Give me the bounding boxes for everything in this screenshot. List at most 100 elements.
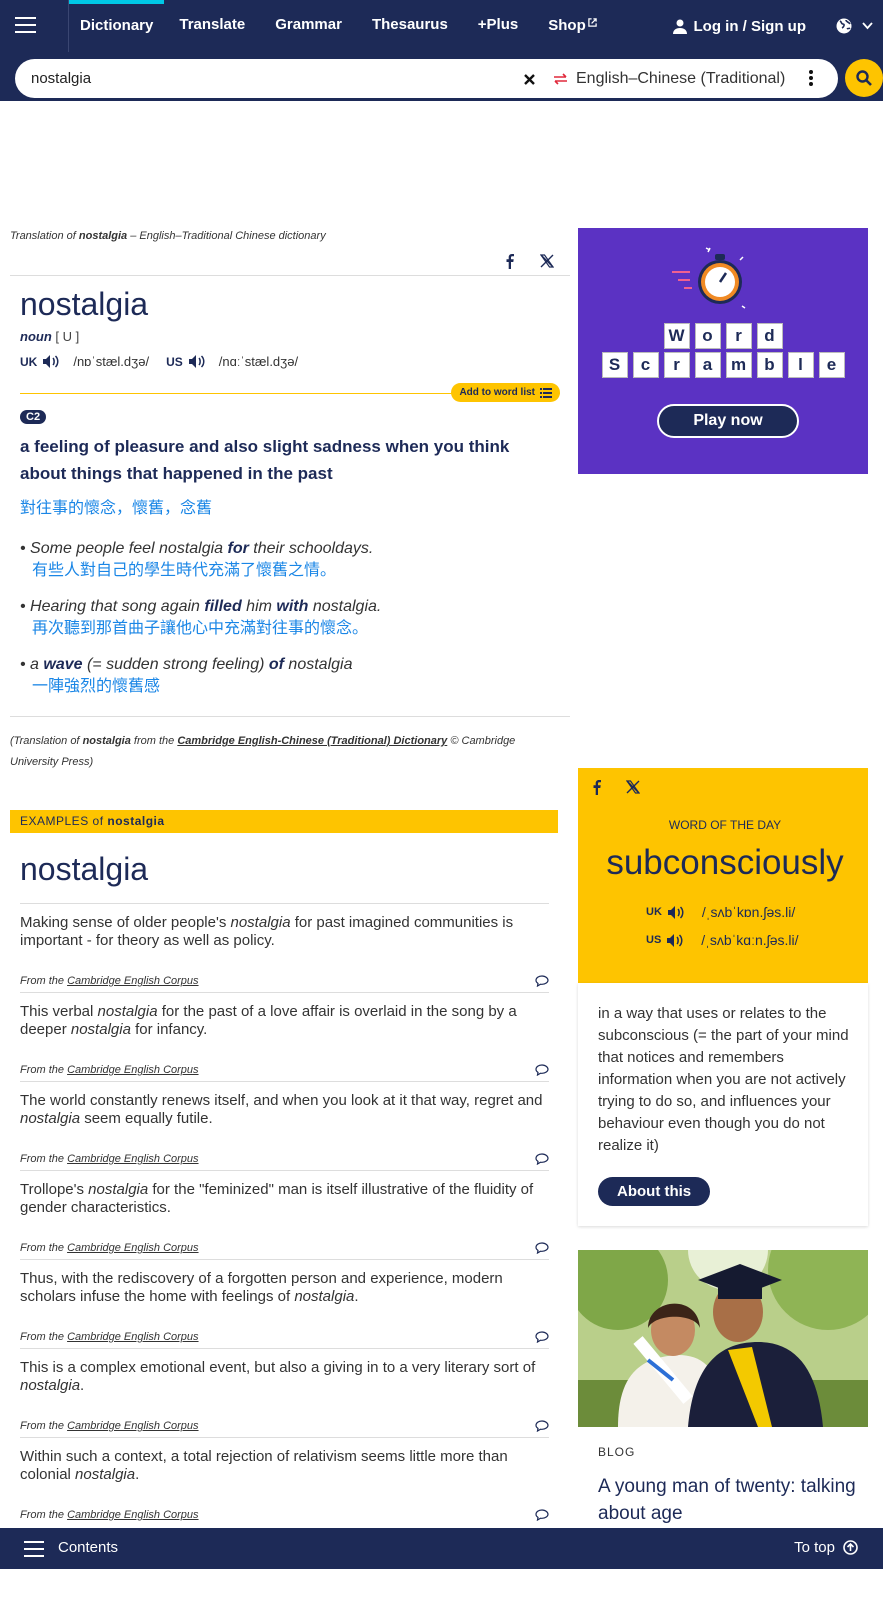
corpus-examples: Making sense of older people's nostalgia… bbox=[20, 903, 549, 1526]
scramble-tile: e bbox=[818, 352, 845, 378]
scramble-tile: c bbox=[632, 352, 659, 378]
word-of-the-day: WORD OF THE DAY subconsciously UK /ˌsʌbˈ… bbox=[578, 768, 868, 983]
us-audio-icon[interactable] bbox=[666, 933, 684, 948]
stopwatch-icon bbox=[672, 247, 746, 309]
search-button[interactable] bbox=[845, 59, 883, 97]
corpus-source-link[interactable]: Cambridge English Corpus bbox=[67, 975, 198, 987]
language-switcher[interactable] bbox=[836, 18, 873, 34]
wotd-word[interactable]: subconsciously bbox=[578, 843, 872, 883]
dictionary-select[interactable]: English–Chinese (Traditional) bbox=[553, 59, 785, 98]
wotd-us-pron: US /ˌsʌbˈkɑːn.ʃəs.li/ bbox=[646, 932, 799, 948]
scramble-tile: r bbox=[663, 352, 690, 378]
uk-ipa: /nɒˈstæl.dʒə/ bbox=[73, 354, 150, 369]
blog-label: BLOG bbox=[598, 1445, 636, 1459]
scramble-row-2: Scramble bbox=[578, 352, 868, 378]
contents-button[interactable]: Contents bbox=[58, 1539, 118, 1556]
corpus-example: This is a complex emotional event, but a… bbox=[20, 1348, 549, 1437]
corpus-example-text: Within such a context, a total rejection… bbox=[20, 1448, 508, 1483]
corpus-source-link[interactable]: Cambridge English Corpus bbox=[67, 1420, 198, 1432]
login-button[interactable]: Log in / Sign up bbox=[672, 18, 806, 35]
blog-title[interactable]: A young man of twenty: talking about age bbox=[598, 1473, 863, 1527]
us-audio-icon[interactable] bbox=[188, 354, 206, 369]
x-twitter-icon[interactable] bbox=[540, 254, 554, 268]
facebook-icon[interactable] bbox=[593, 780, 601, 795]
corpus-source: From the Cambridge English Corpus bbox=[20, 1153, 199, 1165]
search-input[interactable] bbox=[31, 67, 481, 89]
scramble-tile: r bbox=[725, 323, 752, 349]
wotd-us-label: US bbox=[646, 934, 662, 946]
nav-right: Log in / Sign up bbox=[672, 0, 883, 52]
corpus-example: Thus, with the rediscovery of a forgotte… bbox=[20, 1259, 549, 1348]
main-content: Translation of nostalgia – English–Tradi… bbox=[10, 230, 570, 1526]
comment-icon[interactable] bbox=[535, 1242, 549, 1254]
comment-icon[interactable] bbox=[535, 1331, 549, 1343]
comment-icon[interactable] bbox=[535, 1064, 549, 1076]
comment-icon[interactable] bbox=[535, 1509, 549, 1521]
user-icon bbox=[672, 19, 687, 34]
nav-plus[interactable]: +Plus bbox=[463, 0, 533, 52]
translation-of: Translation of nostalgia – English–Tradi… bbox=[10, 230, 326, 242]
play-now-button[interactable]: Play now bbox=[657, 404, 799, 438]
corpus-example-text: Thus, with the rediscovery of a forgotte… bbox=[20, 1270, 503, 1305]
corpus-source-link[interactable]: Cambridge English Corpus bbox=[67, 1064, 198, 1076]
facebook-icon[interactable] bbox=[506, 254, 514, 269]
wotd-uk-pron: UK /ˌsʌbˈkɒn.ʃəs.li/ bbox=[646, 904, 795, 920]
clear-icon[interactable] bbox=[523, 73, 536, 86]
word-scramble-ad[interactable]: Word Scramble Play now bbox=[578, 228, 868, 474]
top-nav: Dictionary Translate Grammar Thesaurus +… bbox=[0, 0, 883, 52]
dictionary-select-label: English–Chinese (Traditional) bbox=[576, 69, 786, 87]
uk-audio-icon[interactable] bbox=[42, 354, 60, 369]
examples-bar: EXAMPLES of nostalgia bbox=[10, 810, 558, 833]
nav-grammar[interactable]: Grammar bbox=[260, 0, 357, 52]
corpus-example: The world constantly renews itself, and … bbox=[20, 1081, 549, 1170]
corpus-source-link[interactable]: Cambridge English Corpus bbox=[67, 1509, 198, 1521]
example-item: • Some people feel nostalgia for their s… bbox=[20, 538, 570, 582]
corpus-source-link[interactable]: Cambridge English Corpus bbox=[67, 1153, 198, 1165]
wotd-definition: in a way that uses or relates to the sub… bbox=[598, 1005, 849, 1154]
example-translation: 有些人對自己的學生時代充滿了懷舊之情。 bbox=[32, 562, 337, 579]
uk-label: UK bbox=[20, 354, 38, 369]
graduation-photo bbox=[578, 1250, 868, 1427]
blog-image[interactable] bbox=[578, 1250, 868, 1427]
add-to-word-list-button[interactable]: Add to word list bbox=[451, 383, 560, 402]
more-options-icon[interactable] bbox=[809, 70, 813, 86]
corpus-example: This verbal nostalgia for the past of a … bbox=[20, 992, 549, 1081]
level-badge: C2 bbox=[20, 410, 47, 424]
comment-icon[interactable] bbox=[535, 1153, 549, 1165]
external-link-icon bbox=[588, 17, 597, 27]
corpus-example-text: This verbal nostalgia for the past of a … bbox=[20, 1003, 517, 1038]
corpus-source-link[interactable]: Cambridge English Corpus bbox=[67, 1242, 198, 1254]
corpus-example-text: Trollope's nostalgia for the "feminized"… bbox=[20, 1181, 534, 1216]
scramble-tile: l bbox=[787, 352, 814, 378]
nav-translate[interactable]: Translate bbox=[164, 0, 260, 52]
to-top-button[interactable]: To top bbox=[794, 1539, 858, 1556]
nav-shop[interactable]: Shop bbox=[533, 0, 612, 52]
word-list-row: Add to word list bbox=[10, 383, 570, 405]
nav-dictionary[interactable]: Dictionary bbox=[69, 0, 165, 52]
globe-icon bbox=[836, 18, 852, 34]
corpus-example: Trollope's nostalgia for the "feminized"… bbox=[20, 1170, 549, 1259]
example-english: • a wave (= sudden strong feeling) of no… bbox=[20, 656, 353, 673]
corpus-source-link[interactable]: Cambridge English Corpus bbox=[67, 1331, 198, 1343]
corpus-source: From the Cambridge English Corpus bbox=[20, 1064, 199, 1076]
wotd-uk-ipa: /ˌsʌbˈkɒn.ʃəs.li/ bbox=[701, 904, 796, 920]
contents-menu-icon[interactable] bbox=[24, 1541, 44, 1562]
x-twitter-icon[interactable] bbox=[626, 780, 640, 794]
nav-thesaurus[interactable]: Thesaurus bbox=[357, 0, 463, 52]
scramble-tile: S bbox=[601, 352, 628, 378]
menu-button[interactable] bbox=[0, 0, 69, 52]
corpus-example: Making sense of older people's nostalgia… bbox=[20, 903, 549, 992]
scramble-tile: W bbox=[663, 323, 690, 349]
add-to-word-list-label: Add to word list bbox=[459, 387, 535, 398]
credit-link[interactable]: Cambridge English-Chinese (Traditional) … bbox=[177, 735, 447, 747]
wotd-us-ipa: /ˌsʌbˈkɑːn.ʃəs.li/ bbox=[701, 932, 799, 948]
about-this-button[interactable]: About this bbox=[598, 1177, 711, 1206]
comment-icon[interactable] bbox=[535, 1420, 549, 1432]
scramble-tile: m bbox=[725, 352, 752, 378]
comment-icon[interactable] bbox=[535, 975, 549, 987]
scramble-tile: b bbox=[756, 352, 783, 378]
corpus-source: From the Cambridge English Corpus bbox=[20, 1242, 199, 1254]
uk-audio-icon[interactable] bbox=[667, 905, 685, 920]
scramble-tile: o bbox=[694, 323, 721, 349]
wotd-card: in a way that uses or relates to the sub… bbox=[578, 983, 868, 1226]
